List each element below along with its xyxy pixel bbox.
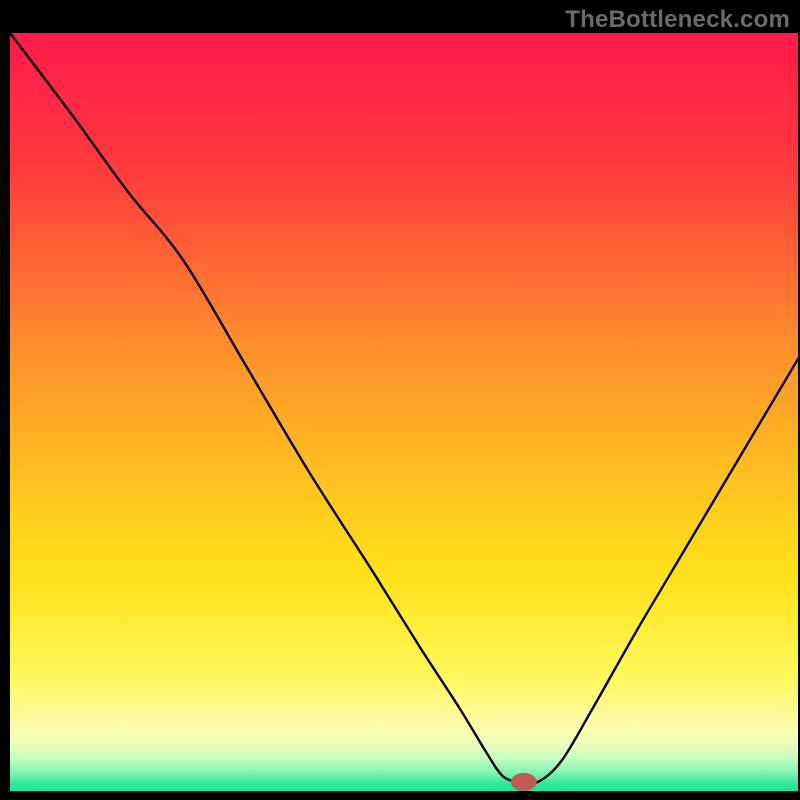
chart-frame: TheBottleneck.com xyxy=(0,0,800,800)
plot-background xyxy=(10,33,798,791)
chart-svg xyxy=(0,0,800,800)
optimum-marker xyxy=(511,773,537,791)
watermark-text: TheBottleneck.com xyxy=(565,6,790,34)
